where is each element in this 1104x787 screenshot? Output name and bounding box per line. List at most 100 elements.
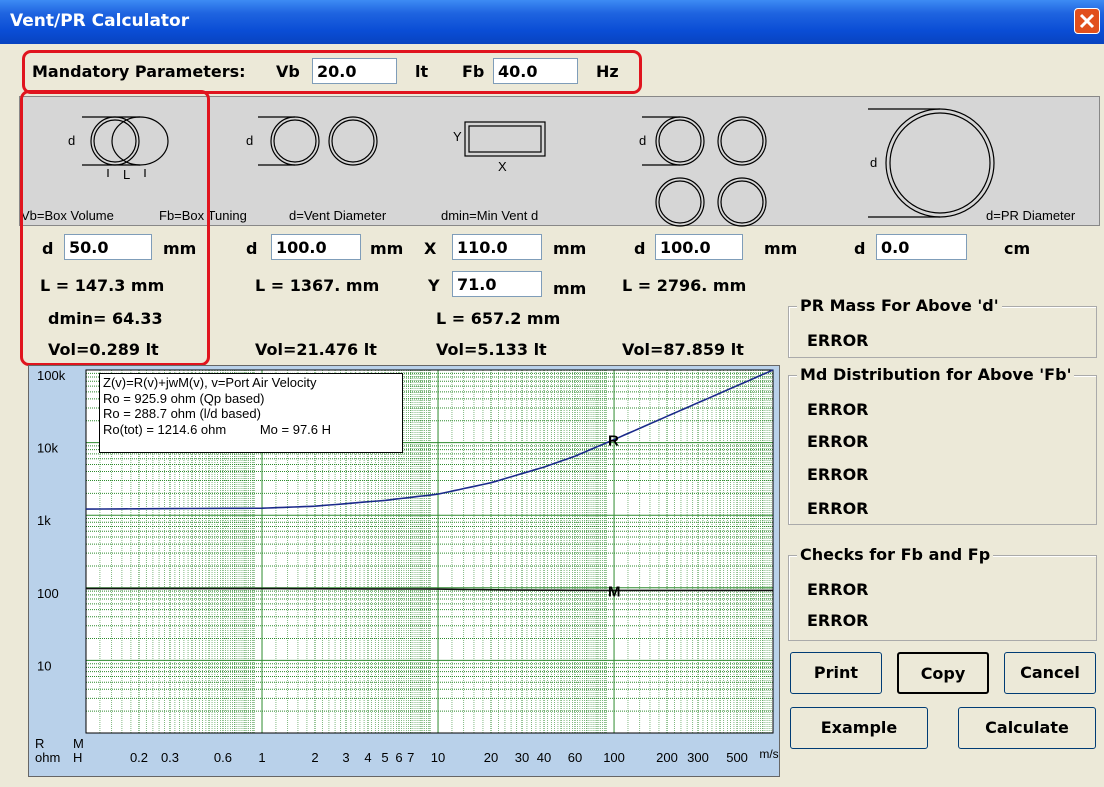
col1-d-input[interactable] (64, 234, 152, 260)
x-tick-label: 40 (537, 750, 551, 765)
col5-d-label: d (854, 239, 866, 258)
close-icon (1079, 13, 1095, 29)
check-result-2: ERROR (807, 611, 869, 630)
print-button[interactable]: Print (790, 652, 882, 694)
x-tick-label: 200 (656, 750, 678, 765)
title-bar[interactable]: Vent/PR Calculator (0, 0, 1104, 44)
x-tick-label: 5 (381, 750, 388, 765)
series-label-R: R (608, 433, 619, 450)
fb-input[interactable] (493, 58, 578, 84)
col3-volume: Vol=5.133 lt (436, 340, 547, 359)
pr-mass-title: PR Mass For Above 'd' (797, 296, 1002, 315)
fb-unit: Hz (596, 62, 619, 81)
double-vent-diagram (258, 116, 378, 166)
md-result-3: ERROR (807, 465, 869, 484)
col3-y-unit: mm (553, 279, 587, 298)
legend-line-1: Z(v)=R(v)+jwM(v), v=Port Air Velocity (103, 375, 317, 390)
col4-d-unit: mm (764, 239, 798, 258)
x-tick-label: 300 (687, 750, 709, 765)
y-unit-label: R (35, 736, 44, 751)
col3-x-unit: mm (553, 239, 587, 258)
col3-x-label: X (424, 239, 437, 258)
md-result-2: ERROR (807, 432, 869, 451)
x-letter: X (498, 159, 507, 174)
col4-d-label: d (634, 239, 646, 258)
passive-radiator-diagram (868, 108, 995, 218)
x-tick-label: 4 (364, 750, 371, 765)
legend-line-4: Ro(tot) = 1214.6 ohm Mo = 97.6 H (103, 422, 399, 438)
x-tick-label: 20 (484, 750, 498, 765)
x-tick-label: 1 (258, 750, 265, 765)
y-tick-label: 10 (37, 658, 51, 673)
calculate-button[interactable]: Calculate (958, 707, 1096, 749)
close-button[interactable] (1074, 8, 1100, 34)
col3-y-input[interactable] (452, 271, 542, 297)
x-tick-label: 100 (603, 750, 625, 765)
d-letter-4: d (870, 155, 878, 170)
x-tick-label: 0.3 (161, 750, 179, 765)
y-tick-label: 100 (37, 586, 59, 601)
col5-d-unit: cm (1004, 239, 1031, 258)
col2-d-input[interactable] (271, 234, 361, 260)
legend-line-3: Ro = 288.7 ohm (l/d based) (103, 406, 261, 421)
x-tick-label: 60 (568, 750, 582, 765)
vb-input[interactable] (312, 58, 397, 84)
col4-length: L = 2796. mm (622, 276, 747, 295)
md-result-4: ERROR (807, 499, 869, 518)
fb-label: Fb (462, 62, 485, 81)
d-letter-2: d (246, 133, 254, 148)
col3-y-label: Y (428, 276, 440, 295)
md-distribution-title: Md Distribution for Above 'Fb' (797, 365, 1075, 384)
quad-vent-diagram (642, 116, 767, 227)
col1-dmin: dmin= 64.33 (48, 309, 163, 328)
example-button[interactable]: Example (790, 707, 928, 749)
check-result-1: ERROR (807, 580, 869, 599)
x-unit-label: m/s (759, 747, 778, 761)
legend-ro-tot: Ro(tot) = 1214.6 ohm (103, 421, 227, 437)
col1-d-label: d (42, 239, 54, 258)
dmin-legend: dmin=Min Vent d (441, 208, 539, 223)
md-result-1: ERROR (807, 400, 869, 419)
checks-group: Checks for Fb and Fp ERROR ERROR (788, 545, 1097, 641)
checks-title: Checks for Fb and Fp (797, 545, 994, 564)
impedance-chart: 100k 10k 1k 100 10 R Mohm H 0.2 0.3 0.6 1 2 3 4 5 6 7 10 20… (28, 365, 780, 777)
y-unit-label: H (73, 750, 82, 765)
x-tick-label: 7 (407, 750, 414, 765)
col4-d-input[interactable] (655, 234, 743, 260)
col4-volume: Vol=87.859 lt (622, 340, 744, 359)
y-tick-label: 10k (37, 441, 58, 456)
col5-d-input[interactable] (876, 234, 967, 260)
y-tick-label: 1k (37, 513, 51, 528)
col1-d-unit: mm (163, 239, 197, 258)
chart-legend: Z(v)=R(v)+jwM(v), v=Port Air Velocity Ro… (99, 373, 403, 453)
vb-unit: lt (415, 62, 429, 81)
copy-button[interactable]: Copy (897, 652, 989, 694)
pr-legend: d=PR Diameter (986, 208, 1076, 223)
cancel-button[interactable]: Cancel (1004, 652, 1096, 694)
col1-length: L = 147.3 mm (40, 276, 165, 295)
x-tick-label: 3 (342, 750, 349, 765)
x-tick-label: 0.2 (130, 750, 148, 765)
y-unit-label: M (73, 736, 84, 751)
vb-label: Vb (276, 62, 300, 81)
d-letter-3: d (639, 133, 647, 148)
col1-volume: Vol=0.289 lt (48, 340, 159, 359)
pr-mass-result: ERROR (807, 331, 869, 350)
x-tick-label: 10 (431, 750, 445, 765)
y-unit-label: ohm (35, 750, 60, 765)
legend-mo: Mo = 97.6 H (259, 421, 332, 437)
x-tick-label: 2 (311, 750, 318, 765)
x-tick-label: 0.6 (214, 750, 232, 765)
y-letter: Y (453, 129, 462, 144)
x-tick-label: 6 (395, 750, 402, 765)
col2-length: L = 1367. mm (255, 276, 380, 295)
md-distribution-group: Md Distribution for Above 'Fb' ERROR ERR… (788, 365, 1097, 525)
col2-d-unit: mm (370, 239, 404, 258)
x-tick-label: 500 (726, 750, 748, 765)
y-tick-label: 100k (37, 368, 66, 383)
d-legend: d=Vent Diameter (289, 208, 387, 223)
col3-x-input[interactable] (452, 234, 542, 260)
legend-line-2: Ro = 925.9 ohm (Qp based) (103, 390, 265, 406)
col2-volume: Vol=21.476 lt (255, 340, 377, 359)
calculator-window: Vent/PR Calculator Mandatory Parameters:… (0, 0, 1104, 787)
